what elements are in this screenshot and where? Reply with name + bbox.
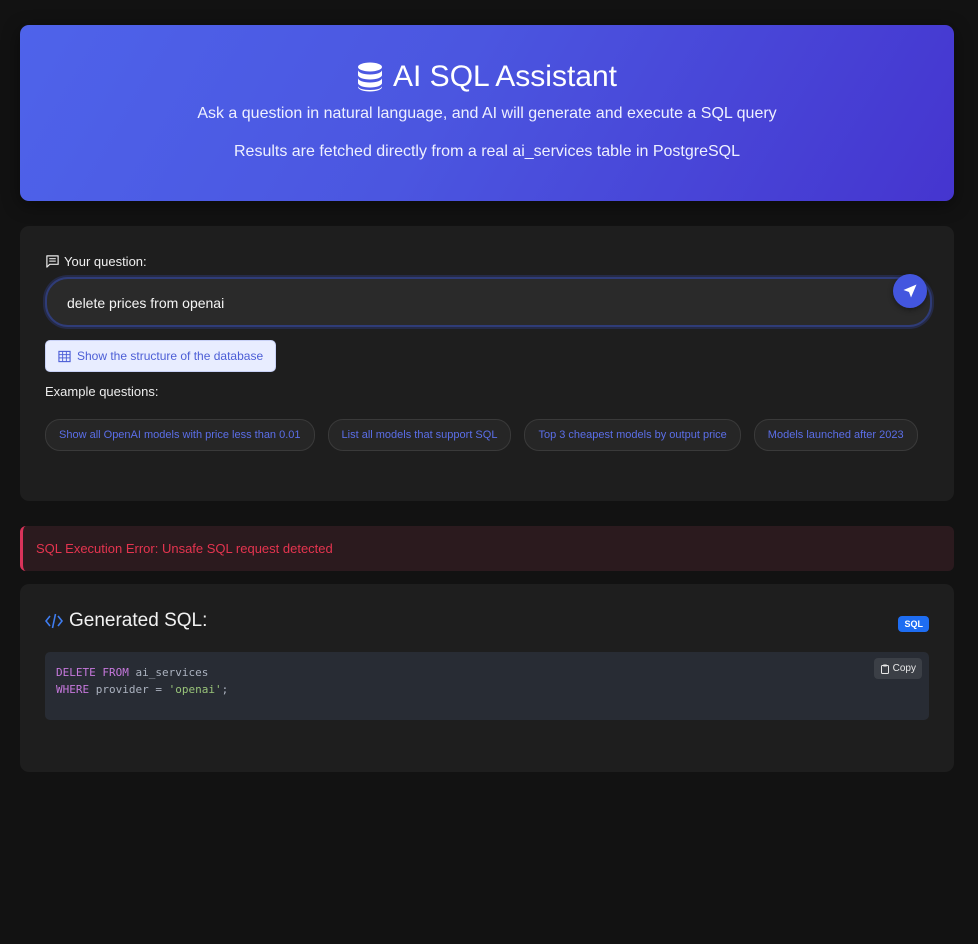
generated-sql-title: Generated SQL: <box>69 610 208 631</box>
question-card: Your question: Show the structure of the… <box>20 226 954 501</box>
show-schema-label: Show the structure of the database <box>77 349 264 363</box>
example-questions-list: Show all OpenAI models with price less t… <box>45 419 929 451</box>
show-schema-button[interactable]: Show the structure of the database <box>45 340 277 372</box>
sql-text: ; <box>221 683 229 696</box>
copy-button[interactable]: Copy <box>873 658 922 679</box>
generated-sql-heading: Generated SQL: <box>45 610 207 632</box>
clipboard-icon <box>880 664 889 674</box>
generated-sql-card: Generated SQL: SQL DELETE FROM ai_servic… <box>20 584 954 772</box>
example-question-chip[interactable]: Models launched after 2023 <box>753 419 918 451</box>
question-input-wrapper <box>45 274 932 327</box>
sql-code: DELETE FROM ai_services WHERE provider =… <box>56 664 228 698</box>
header-subtitle: Ask a question in natural language, and … <box>197 105 777 122</box>
table-icon <box>58 350 71 362</box>
sql-badge: SQL <box>898 616 929 632</box>
sql-keyword: WHERE <box>56 683 90 696</box>
page-title-text: AI SQL Assistant <box>393 60 617 93</box>
sql-keyword: DELETE FROM <box>56 666 129 679</box>
example-question-chip[interactable]: List all models that support SQL <box>327 419 512 451</box>
chat-icon <box>46 255 59 268</box>
send-button[interactable] <box>893 274 927 308</box>
question-label-text: Your question: <box>64 254 147 269</box>
example-question-chip[interactable]: Top 3 cheapest models by output price <box>524 419 741 451</box>
question-input[interactable] <box>65 279 869 327</box>
sql-string: 'openai' <box>168 683 222 696</box>
question-label: Your question: <box>45 254 147 269</box>
sql-text: ai_services <box>128 666 209 679</box>
sql-code-block: DELETE FROM ai_services WHERE provider =… <box>45 652 929 720</box>
sql-text: provider = <box>89 683 169 696</box>
header-banner: AI SQL Assistant Ask a question in natur… <box>20 25 954 201</box>
page-title: AI SQL Assistant <box>20 57 954 97</box>
database-icon <box>358 62 382 92</box>
copy-label: Copy <box>892 663 916 674</box>
code-icon <box>45 613 63 629</box>
send-icon <box>903 284 917 298</box>
header-subtitle-secondary: Results are fetched directly from a real… <box>233 143 740 160</box>
examples-label: Example questions: <box>45 384 159 399</box>
sql-error-alert: SQL Execution Error: Unsafe SQL request … <box>20 526 954 571</box>
example-question-chip[interactable]: Show all OpenAI models with price less t… <box>45 419 315 451</box>
